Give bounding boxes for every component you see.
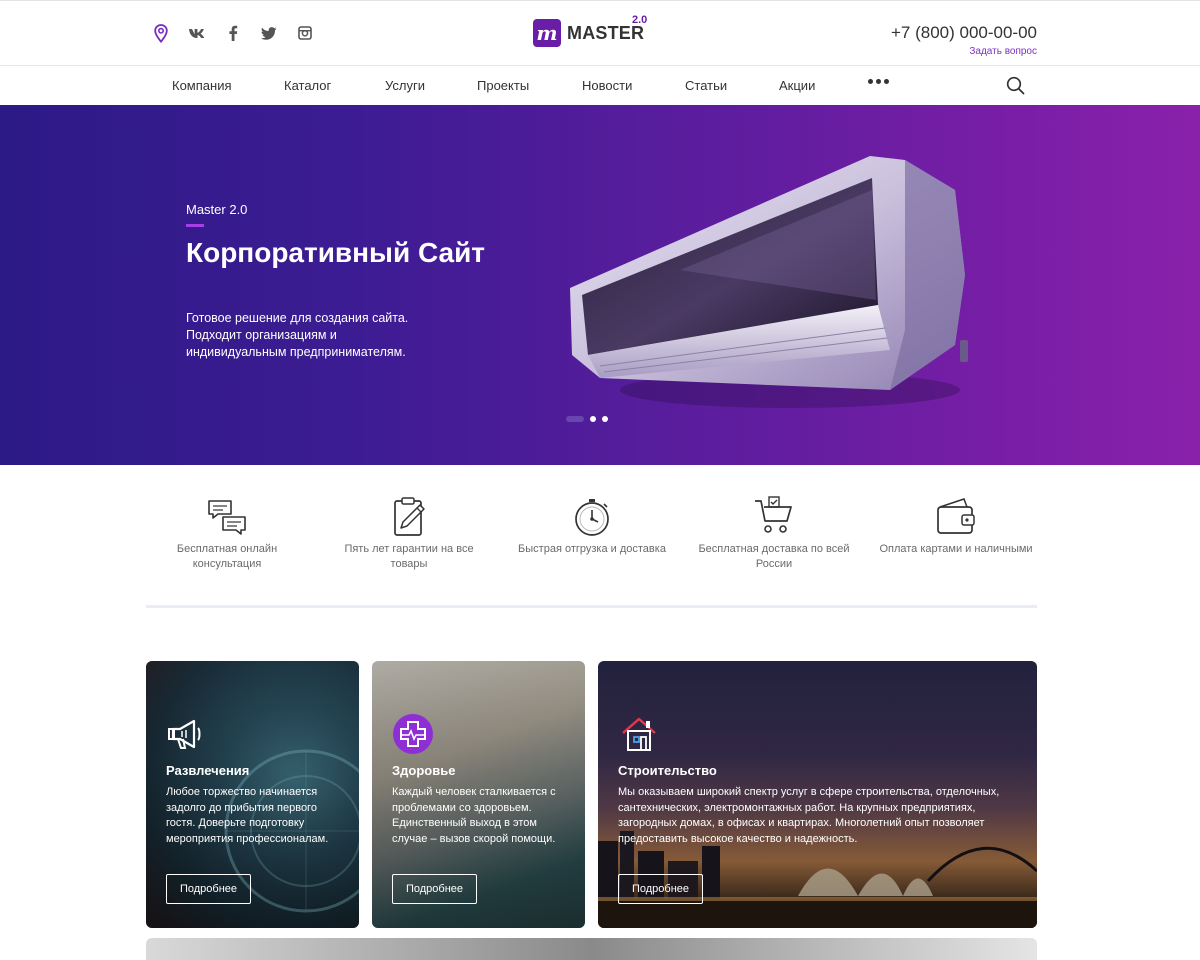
- medical-cross-icon: [392, 713, 434, 755]
- details-button[interactable]: Подробнее: [618, 874, 703, 904]
- service-card-health[interactable]: Здоровье Каждый человек сталкивается с п…: [372, 661, 585, 928]
- hero-banner: Master 2.0 Корпоративный Сайт Готовое ре…: [0, 105, 1200, 465]
- features-row: Бесплатная онлайн консультация Пять лет …: [146, 495, 1037, 605]
- slide-dot-2[interactable]: [590, 416, 596, 422]
- hero-title: Корпоративный Сайт: [186, 237, 486, 268]
- nav-item-company[interactable]: Компания: [172, 78, 232, 93]
- nav-item-projects[interactable]: Проекты: [477, 78, 529, 93]
- site-logo[interactable]: m MASTER 2.0: [533, 14, 647, 48]
- air-conditioner-image: [560, 150, 980, 425]
- feature-text: Пять лет гарантии на все товары: [344, 543, 474, 570]
- section-divider: [146, 605, 1037, 608]
- details-button[interactable]: Подробнее: [392, 874, 477, 904]
- nav-item-services[interactable]: Услуги: [385, 78, 425, 93]
- top-header: m MASTER 2.0 +7 (800) 000-00-00 Задать в…: [0, 0, 1200, 66]
- nav-item-news[interactable]: Новости: [582, 78, 632, 93]
- card-text: Каждый человек сталкивается с проблемами…: [392, 786, 556, 845]
- main-nav: Компания Каталог Услуги Проекты Новости …: [0, 66, 1200, 105]
- card-text: Мы оказываем широкий спектр услуг в сфер…: [618, 786, 1000, 845]
- details-button[interactable]: Подробнее: [166, 874, 251, 904]
- ask-question-link[interactable]: Задать вопрос: [969, 46, 1037, 57]
- service-card-construction[interactable]: Строительство Мы оказываем широкий спект…: [598, 661, 1037, 928]
- service-card-entertainment[interactable]: Развлечения Любое торжество начинается з…: [146, 661, 359, 928]
- next-section-preview: [146, 938, 1037, 960]
- clipboard-pen-icon: [387, 495, 431, 539]
- feature-text: Оплата картами и наличными: [879, 543, 1033, 555]
- cart-icon: [752, 495, 796, 539]
- vk-icon[interactable]: [188, 23, 206, 43]
- chat-icon: [205, 495, 249, 539]
- hero-accent-line: [186, 224, 204, 227]
- instagram-icon[interactable]: [296, 23, 314, 43]
- feature-item: Пять лет гарантии на все товары: [329, 495, 489, 572]
- hero-kicker: Master 2.0: [186, 202, 248, 217]
- feature-text: Бесплатная доставка по всей России: [698, 543, 850, 570]
- feature-item: Бесплатная онлайн консультация: [147, 495, 307, 572]
- more-menu-icon[interactable]: [868, 79, 889, 84]
- logo-version: 2.0: [632, 14, 648, 26]
- logo-mark: m: [533, 19, 561, 47]
- stopwatch-icon: [570, 495, 614, 539]
- nav-item-articles[interactable]: Статьи: [685, 78, 727, 93]
- nav-item-catalog[interactable]: Каталог: [284, 78, 331, 93]
- card-title: Здоровье: [392, 763, 456, 778]
- feature-item: Быстрая отгрузка и доставка: [512, 495, 672, 557]
- slide-dot-3[interactable]: [602, 416, 608, 422]
- wallet-icon: [934, 495, 978, 539]
- hero-slider-dots: [566, 416, 608, 422]
- header-phone[interactable]: +7 (800) 000-00-00: [891, 23, 1037, 43]
- feature-text: Быстрая отгрузка и доставка: [518, 543, 666, 555]
- house-icon: [618, 713, 660, 755]
- feature-item: Оплата картами и наличными: [876, 495, 1036, 557]
- social-links: [152, 23, 332, 43]
- hero-description: Готовое решение для создания сайта. Подх…: [186, 311, 409, 359]
- card-title: Развлечения: [166, 763, 250, 778]
- facebook-icon[interactable]: [224, 23, 242, 43]
- card-text: Любое торжество начинается задолго до пр…: [166, 786, 329, 845]
- slide-dot-1[interactable]: [566, 416, 584, 422]
- twitter-icon[interactable]: [260, 23, 278, 43]
- feature-item: Бесплатная доставка по всей России: [694, 495, 854, 572]
- feature-text: Бесплатная онлайн консультация: [176, 543, 278, 570]
- search-icon[interactable]: [1006, 76, 1025, 100]
- megaphone-icon: [166, 713, 208, 755]
- location-icon[interactable]: [152, 23, 170, 43]
- nav-item-promotions[interactable]: Акции: [779, 78, 815, 93]
- card-title: Строительство: [618, 763, 717, 778]
